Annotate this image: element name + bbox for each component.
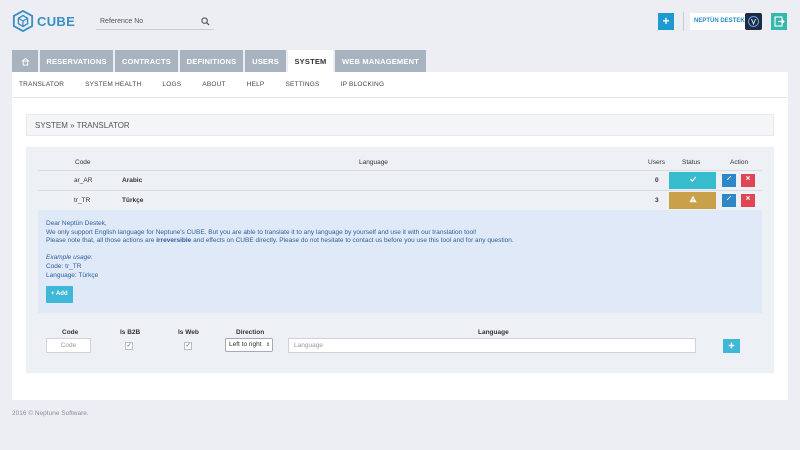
form-col-b2b: Is B2B	[120, 329, 141, 336]
status-badge	[669, 172, 716, 189]
info-example-title: Example usage:	[46, 254, 93, 262]
form-col-web: Is Web	[178, 329, 199, 336]
close-icon	[745, 175, 751, 181]
breadcrumb: SYSTEM » TRANSLATOR	[26, 114, 774, 136]
code-input[interactable]: Code	[46, 338, 91, 353]
row-language: Arabic	[122, 177, 143, 184]
add-language-button[interactable]	[723, 339, 740, 353]
logo-text: CUBE	[37, 13, 76, 29]
info-irreversible: irreversible	[156, 237, 192, 245]
header-divider	[683, 12, 684, 31]
user-avatar-icon	[748, 16, 759, 27]
tab-home[interactable]	[12, 50, 38, 72]
row-code: ar_AR	[74, 177, 93, 184]
logout-icon	[774, 16, 785, 27]
logout-button[interactable]	[771, 13, 787, 30]
col-action: Action	[730, 159, 749, 166]
subnav-system-health[interactable]: SYSTEM HEALTH	[85, 81, 141, 88]
info-greeting: Dear Neptün Destek,	[46, 220, 107, 227]
close-icon	[745, 195, 751, 201]
subnav-help[interactable]: HELP	[247, 81, 265, 88]
pencil-icon	[726, 195, 732, 201]
status-badge	[669, 192, 716, 209]
sub-nav: TRANSLATOR SYSTEM HEALTH LOGS ABOUT HELP…	[12, 72, 788, 98]
translator-panel: Code Language Users Status Action ar_AR …	[26, 147, 774, 373]
info-example-code: Code: tr_TR	[46, 262, 82, 270]
info-line2-c: and effects on CUBE directly. Please do …	[191, 237, 514, 245]
footer: 2016 © Neptune Software.	[12, 410, 89, 417]
table-row: ar_AR Arabic 0	[38, 170, 762, 190]
cube-logo-icon	[12, 10, 34, 32]
select-arrows-icon: ⇕	[265, 342, 270, 348]
tab-contracts[interactable]: CONTRACTS	[115, 50, 178, 72]
col-language: Language	[359, 159, 388, 166]
add-button[interactable]: + Add	[46, 286, 73, 303]
new-language-form: Code ✓ ✓ Left to right ⇕ Language	[26, 338, 774, 356]
new-item-button[interactable]: +	[658, 13, 674, 30]
home-icon	[21, 57, 29, 66]
tab-users[interactable]: USERS	[245, 50, 286, 72]
col-users: Users	[648, 159, 665, 166]
subnav-logs[interactable]: LOGS	[162, 81, 181, 88]
subnav-translator[interactable]: TRANSLATOR	[19, 81, 64, 88]
top-bar: CUBE Reference No + NEPTÜN DESTEK	[0, 0, 800, 44]
edit-button[interactable]	[722, 174, 736, 187]
pencil-icon	[726, 175, 732, 181]
is-web-checkbox[interactable]: ✓	[184, 342, 192, 350]
col-code: Code	[75, 159, 91, 166]
direction-select[interactable]: Left to right ⇕	[225, 338, 273, 352]
delete-button[interactable]	[741, 194, 755, 207]
language-input[interactable]: Language	[288, 338, 696, 353]
table-header: Code Language Users Status Action	[26, 156, 774, 170]
subnav-settings[interactable]: SETTINGS	[285, 81, 319, 88]
check-icon	[689, 176, 696, 182]
row-code: tr_TR	[74, 197, 91, 204]
info-example-lang: Language: Türkçe	[46, 271, 99, 279]
search-input[interactable]: Reference No	[96, 14, 214, 30]
main-tabs: RESERVATIONS CONTRACTS DEFINITIONS USERS…	[12, 50, 428, 72]
search-icon[interactable]	[201, 17, 210, 26]
form-col-direction: Direction	[236, 329, 265, 336]
form-col-language: Language	[478, 329, 509, 336]
form-col-code: Code	[62, 329, 79, 336]
info-line2: Please note that, all those actions are …	[46, 237, 754, 246]
row-language: Türkçe	[122, 197, 144, 204]
info-box: Dear Neptün Destek, We only support Engl…	[38, 210, 762, 313]
row-users: 3	[655, 197, 659, 204]
main-content: SYSTEM » TRANSLATOR Code Language Users …	[12, 98, 788, 400]
logo[interactable]: CUBE	[12, 10, 75, 32]
search-placeholder: Reference No	[100, 18, 144, 25]
col-status: Status	[682, 159, 701, 166]
table-row: tr_TR Türkçe 3	[38, 190, 762, 210]
user-name[interactable]: NEPTÜN DESTEK	[690, 13, 749, 30]
tab-system[interactable]: SYSTEM	[288, 50, 333, 72]
tab-web-management[interactable]: WEB MANAGEMENT	[335, 50, 426, 72]
tab-definitions[interactable]: DEFINITIONS	[180, 50, 243, 72]
row-users: 0	[655, 177, 659, 184]
info-line1: We only support English language for Nep…	[46, 228, 477, 236]
tab-reservations[interactable]: RESERVATIONS	[40, 50, 113, 72]
delete-button[interactable]	[741, 174, 755, 187]
direction-value: Left to right	[229, 341, 262, 348]
is-b2b-checkbox[interactable]: ✓	[125, 342, 133, 350]
info-line2-a: Please note that, all those actions are	[46, 237, 157, 245]
warning-icon	[688, 195, 697, 203]
subnav-ip-blocking[interactable]: IP BLOCKING	[341, 81, 385, 88]
avatar[interactable]	[745, 13, 762, 30]
edit-button[interactable]	[722, 194, 736, 207]
plus-icon	[728, 342, 735, 349]
subnav-about[interactable]: ABOUT	[202, 81, 225, 88]
